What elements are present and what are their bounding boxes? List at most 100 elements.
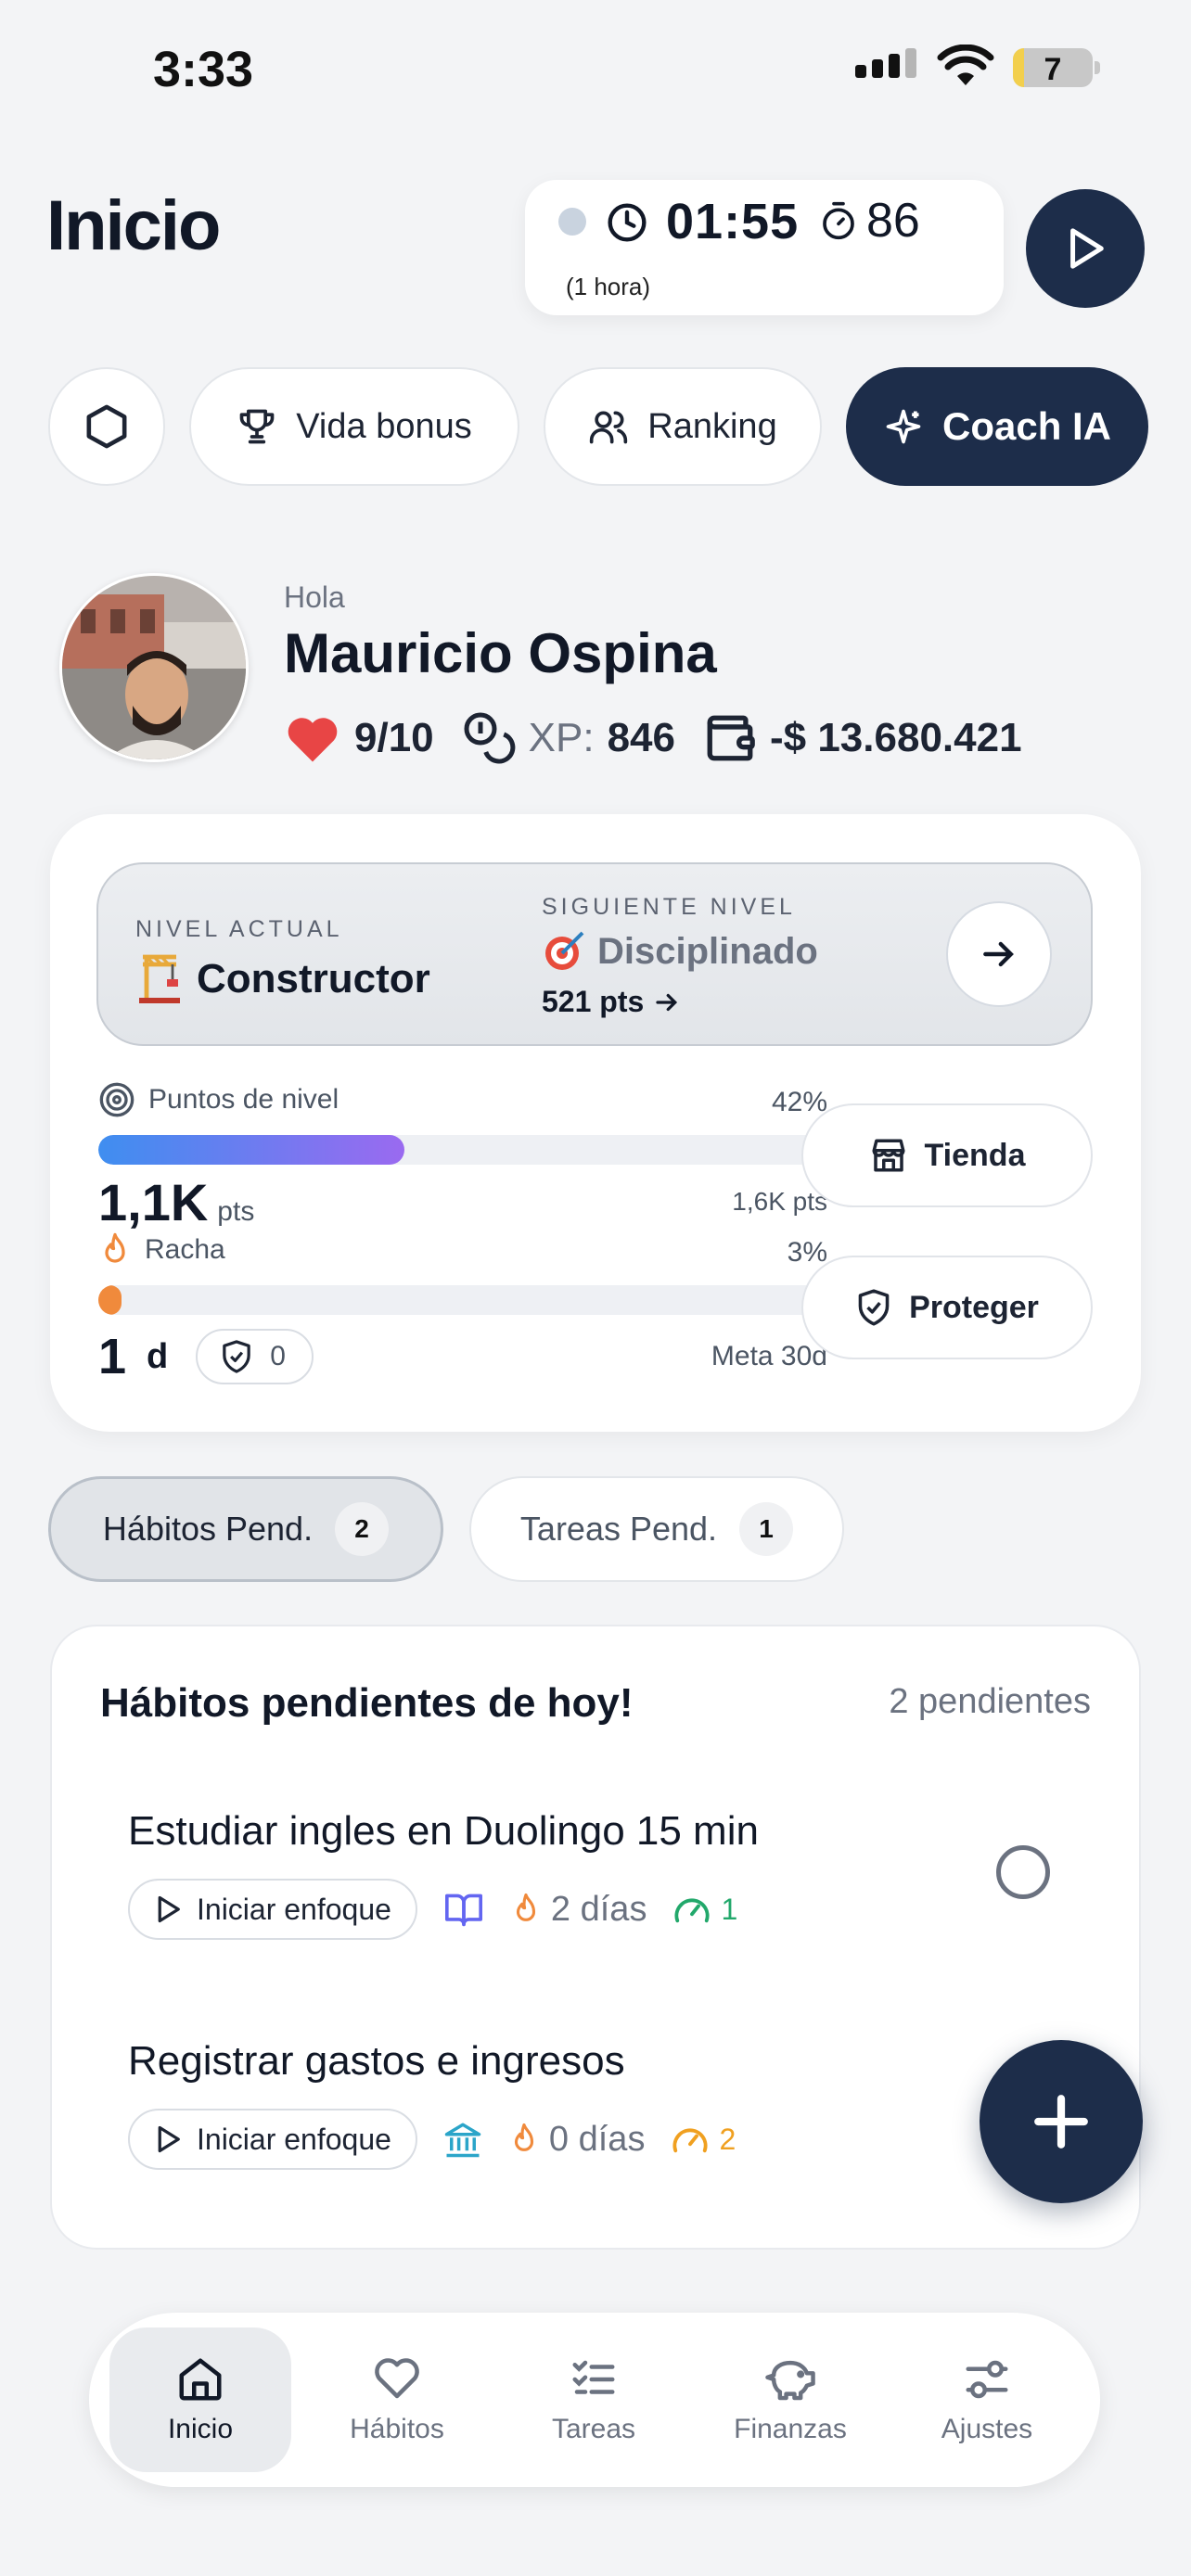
vida-bonus-button[interactable]: Vida bonus <box>189 367 519 486</box>
sparkle-icon <box>886 409 921 444</box>
play-icon <box>158 1895 180 1923</box>
streak-value: 1 <box>98 1329 127 1384</box>
xp-coins-icon <box>464 712 516 764</box>
tab-count-badge: 1 <box>739 1502 794 1556</box>
tab-label: Hábitos Pend. <box>102 1510 314 1548</box>
ranking-button[interactable]: Ranking <box>544 367 822 486</box>
arrow-right-icon <box>983 941 1014 967</box>
balance-value: -$ 13.680.421 <box>769 715 1022 760</box>
habit-title[interactable]: Registrar gastos e ingresos <box>128 2038 625 2085</box>
flame-icon <box>105 1232 125 1263</box>
level-points-amount: 1,1K pts <box>98 1172 254 1232</box>
avatar[interactable] <box>59 573 249 762</box>
streak-percent: 3% <box>787 1237 827 1268</box>
level-points-unit: pts <box>217 1196 255 1227</box>
next-level-button[interactable] <box>946 901 1052 1007</box>
start-focus-label: Iniciar enfoque <box>197 2122 391 2156</box>
ranking-label: Ranking <box>647 406 777 446</box>
xp-label: XP: <box>528 715 595 760</box>
streak-amount: 1 d 0 <box>98 1328 314 1385</box>
xp-value: 846 <box>607 715 675 760</box>
shield-count: 0 <box>270 1341 286 1371</box>
status-time: 3:33 <box>153 42 254 97</box>
tab-habitos-pendientes[interactable]: Hábitos Pend. 2 <box>48 1476 443 1582</box>
play-button[interactable] <box>1026 189 1145 308</box>
nav-item-inicio[interactable]: Inicio <box>109 2327 291 2472</box>
battery-icon: 7 <box>1013 48 1093 87</box>
users-icon <box>590 411 628 444</box>
habit-streak: 0 días <box>508 2120 645 2160</box>
level-points-goal: 1,6K pts <box>732 1187 827 1216</box>
nav-label: Hábitos <box>350 2414 444 2444</box>
focus-timer-card[interactable]: 01:55 86 (1 hora) <box>525 180 1004 315</box>
level-points-progress <box>98 1135 827 1165</box>
nav-item-tareas[interactable]: Tareas <box>503 2327 685 2472</box>
timer-status-dot <box>558 208 586 236</box>
book-icon <box>444 1894 482 1927</box>
gauge-icon <box>674 1898 710 1923</box>
hexagon-icon <box>86 404 127 449</box>
current-level-name: Constructor <box>197 956 430 1001</box>
nav-label: Tareas <box>551 2414 636 2444</box>
level-points-label: Puntos de nivel <box>148 1084 339 1115</box>
streak-progress <box>98 1285 827 1315</box>
shop-button[interactable]: Tienda <box>801 1103 1093 1207</box>
timer-value: 01:55 <box>666 194 800 249</box>
nav-item-habitos[interactable]: Hábitos <box>306 2327 488 2472</box>
habit-difficulty: 2 <box>671 2123 736 2157</box>
nav-item-ajustes[interactable]: Ajustes <box>896 2327 1078 2472</box>
coach-ia-label: Coach IA <box>941 404 1112 448</box>
next-level-points-value: 521 pts <box>542 985 645 1018</box>
start-focus-label: Iniciar enfoque <box>197 1892 391 1926</box>
nav-item-finanzas[interactable]: Finanzas <box>699 2327 881 2472</box>
gauge-icon <box>672 2128 708 2153</box>
streak-unit: d <box>147 1336 169 1376</box>
sliders-icon <box>966 2360 1008 2399</box>
crane-icon <box>139 954 180 1003</box>
habit-streak-value: 2 días <box>550 1889 647 1929</box>
battery-level: 7 <box>1044 52 1062 87</box>
trophy-icon <box>239 409 275 444</box>
streak-shield-badge[interactable]: 0 <box>196 1329 314 1384</box>
nav-label: Inicio <box>167 2414 234 2444</box>
protect-button[interactable]: Proteger <box>801 1256 1093 1359</box>
shop-label: Tienda <box>924 1137 1026 1173</box>
habit-title[interactable]: Estudiar ingles en Duolingo 15 min <box>128 1808 759 1855</box>
habit-difficulty-value: 2 <box>719 2122 736 2156</box>
habit-meta-row: Iniciar enfoque 2 días 1 <box>128 1879 737 1940</box>
timer-count: 86 <box>866 194 920 248</box>
cellular-signal-icon <box>855 48 916 78</box>
level-banner[interactable]: NIVEL ACTUAL Constructor SIGUIENTE NIVEL… <box>96 862 1093 1046</box>
add-button[interactable] <box>980 2040 1143 2203</box>
stopwatch-icon <box>820 200 857 246</box>
level-points-percent: 42% <box>771 1087 827 1117</box>
level-card: NIVEL ACTUAL Constructor SIGUIENTE NIVEL… <box>50 814 1141 1432</box>
start-focus-button[interactable]: Iniciar enfoque <box>128 1879 417 1940</box>
user-stats: 9/10 XP: 846 -$ 13.680.421 <box>284 710 1022 766</box>
greeting: Hola <box>284 580 345 614</box>
protect-label: Proteger <box>909 1289 1039 1325</box>
arrow-right-icon <box>656 993 678 1011</box>
tab-count-badge: 2 <box>335 1502 390 1556</box>
habit-difficulty: 1 <box>672 1893 737 1927</box>
start-focus-button[interactable]: Iniciar enfoque <box>128 2109 417 2170</box>
habit-complete-checkbox[interactable] <box>996 1845 1050 1899</box>
nav-label: Ajustes <box>941 2414 1033 2444</box>
habit-streak: 2 días <box>510 1890 647 1930</box>
heart-icon <box>375 2358 419 2399</box>
current-level-label: NIVEL ACTUAL <box>135 916 343 942</box>
level-points-progress-fill <box>98 1135 405 1165</box>
play-icon <box>158 2125 180 2153</box>
hexagon-button[interactable] <box>48 367 165 486</box>
shield-check-icon <box>858 1289 890 1326</box>
pending-habits-title: Hábitos pendientes de hoy! <box>100 1680 634 1726</box>
tab-tareas-pendientes[interactable]: Tareas Pend. 1 <box>469 1476 844 1582</box>
wifi-icon <box>937 44 994 92</box>
pending-habits-card: Hábitos pendientes de hoy! 2 pendientes … <box>50 1625 1141 2250</box>
target-icon <box>545 931 584 970</box>
lives-value: 9/10 <box>354 715 434 760</box>
checklist-icon <box>572 2360 615 2394</box>
heart-icon <box>288 718 338 762</box>
level-points-value: 1,1K <box>98 1173 209 1231</box>
coach-ia-button[interactable]: Coach IA <box>846 367 1148 486</box>
